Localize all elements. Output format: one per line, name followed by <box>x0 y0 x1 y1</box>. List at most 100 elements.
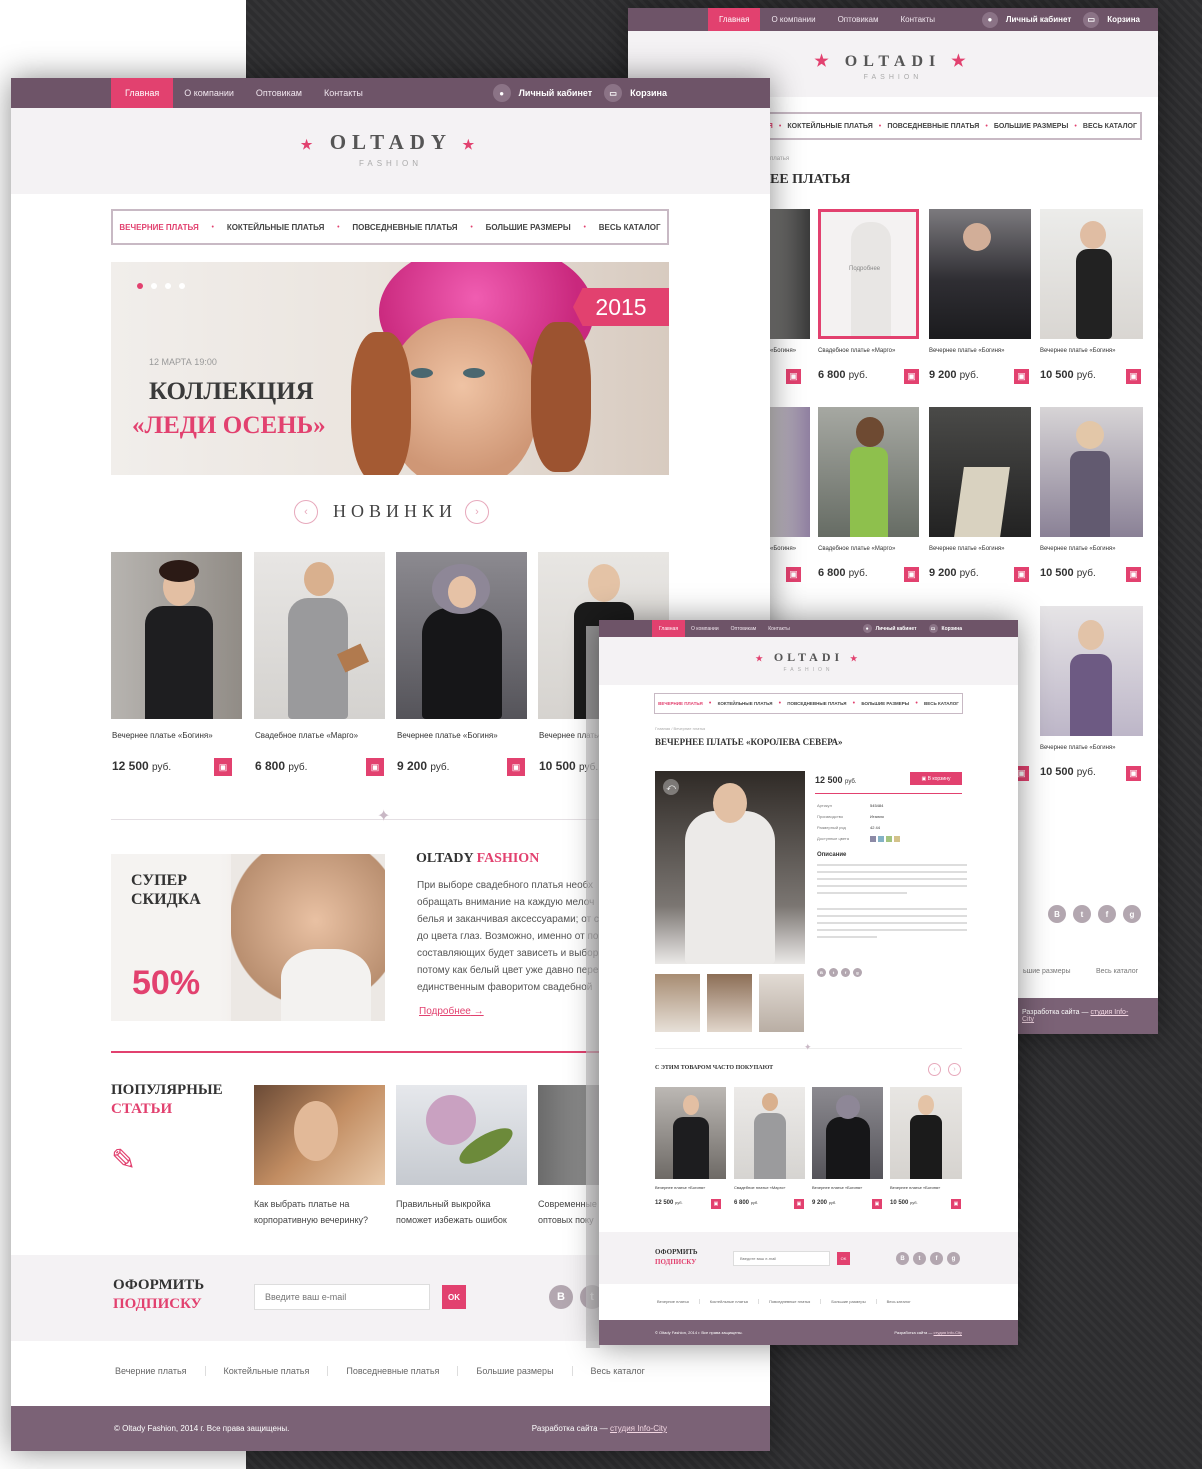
account-link[interactable]: ● Личный кабинет <box>492 84 592 102</box>
cat-evening[interactable]: ВЕЧЕРНИЕ ПЛАТЬЯ <box>119 223 198 232</box>
related-name[interactable]: Вечернее платье «Богиня» <box>890 1185 940 1190</box>
footer-link-casual[interactable]: Повседневные платья <box>328 1366 459 1376</box>
cat-casual[interactable]: ПОВСЕДНЕВНЫЕ ПЛАТЬЯ <box>352 223 457 232</box>
hero-banner[interactable]: 2015 12 МАРТА 19:00 КОЛЛЕКЦИЯ «ЛЕДИ ОСЕН… <box>111 262 669 475</box>
nav-contacts[interactable]: Контакты <box>762 620 796 637</box>
product-name[interactable]: «Богиня» <box>770 348 796 354</box>
prev-arrow-icon[interactable]: ‹ <box>294 500 318 524</box>
related-name[interactable]: Вечернее платье «Богиня» <box>812 1185 862 1190</box>
footer-link-plus[interactable]: Большие размеры <box>821 1298 877 1304</box>
product-photo[interactable] <box>818 407 919 537</box>
product-photo[interactable] <box>1040 407 1143 537</box>
account-link[interactable]: ● Личный кабинет <box>981 11 1071 28</box>
footer-link-cocktail[interactable]: Коктейльные платья <box>206 1366 329 1376</box>
cat-all[interactable]: ВЕСЬ КАТАЛОГ <box>1083 123 1137 130</box>
vk-icon[interactable]: В <box>1048 905 1066 923</box>
related-photo[interactable] <box>655 1087 726 1179</box>
sale-banner[interactable]: СУПЕР СКИДКА 50% <box>111 854 385 1021</box>
cat-cocktail[interactable]: КОКТЕЙЛЬНЫЕ ПЛАТЬЯ <box>787 123 872 130</box>
google-icon[interactable]: g <box>947 1252 960 1265</box>
product-name[interactable]: «Богиня» <box>770 546 796 552</box>
cat-plus[interactable]: БОЛЬШИЕ РАЗМЕРЫ <box>861 701 909 706</box>
dev-credit[interactable]: Разработка сайта — студия Info-City <box>532 1424 667 1433</box>
add-to-cart-button[interactable]: ▣ В корзину <box>910 772 962 785</box>
add-to-cart-button[interactable]: ▣ <box>1014 369 1029 384</box>
add-to-cart-button[interactable]: ▣ <box>366 758 384 776</box>
article-photo[interactable] <box>254 1085 385 1185</box>
nav-home[interactable]: Главная <box>652 620 686 637</box>
breadcrumb[interactable]: Главная / Вечерние платья <box>655 726 705 731</box>
subscribe-button[interactable]: OK <box>442 1285 466 1309</box>
add-to-cart-button[interactable]: ▣ <box>904 567 919 582</box>
product-name[interactable]: Свадебное платье «Марго» <box>255 731 358 740</box>
add-to-cart-button[interactable]: ▣ <box>1014 567 1029 582</box>
product-name[interactable]: Вечернее платье «Богиня» <box>1040 745 1115 751</box>
product-photo[interactable] <box>111 552 242 719</box>
footer-link-cocktail[interactable]: Коктейльные платья <box>700 1298 759 1304</box>
google-icon[interactable]: g <box>853 968 862 977</box>
prev-arrow-icon[interactable]: ‹ <box>928 1063 941 1076</box>
logo[interactable]: ★ OLTADY ★ <box>11 108 770 155</box>
cat-casual[interactable]: ПОВСЕДНЕВНЫЕ ПЛАТЬЯ <box>787 701 846 706</box>
breadcrumb[interactable]: платья <box>770 156 789 162</box>
cat-plus[interactable]: БОЛЬШИЕ РАЗМЕРЫ <box>994 123 1068 130</box>
add-to-cart-button[interactable]: ▣ <box>1126 766 1141 781</box>
add-to-cart-button[interactable]: ▣ <box>1126 567 1141 582</box>
add-to-cart-button[interactable]: ▣ <box>786 369 801 384</box>
related-name[interactable]: Свадебное платье «Марго» <box>734 1185 786 1190</box>
nav-home[interactable]: Главная <box>111 78 174 108</box>
facebook-icon[interactable]: f <box>1098 905 1116 923</box>
thumb-photo[interactable] <box>707 974 752 1032</box>
cat-all[interactable]: ВЕСЬ КАТАЛОГ <box>599 223 661 232</box>
add-to-cart-button[interactable]: ▣ <box>1126 369 1141 384</box>
product-photo-selected[interactable]: Подробнее <box>818 209 919 339</box>
footer-link-all[interactable]: Весь каталог <box>1096 968 1138 975</box>
product-name[interactable]: Вечернее платье «Богиня» <box>1040 348 1115 354</box>
nav-about[interactable]: О компании <box>760 8 826 31</box>
related-photo[interactable] <box>734 1087 805 1179</box>
logo[interactable]: ★ OLTADI ★ <box>628 31 1158 71</box>
footer-link-casual[interactable]: Повседневные платья <box>759 1298 822 1304</box>
nav-home[interactable]: Главная <box>708 8 761 31</box>
related-photo[interactable] <box>890 1087 962 1179</box>
cat-cocktail[interactable]: КОКТЕЙЛЬНЫЕ ПЛАТЬЯ <box>718 701 773 706</box>
add-to-cart-button[interactable]: ▣ <box>872 1199 882 1209</box>
next-arrow-icon[interactable]: › <box>948 1063 961 1076</box>
nav-wholesale[interactable]: Оптовикам <box>827 8 890 31</box>
cart-link[interactable]: ▭ Корзина <box>1083 11 1140 28</box>
product-photo[interactable] <box>396 552 527 719</box>
vk-icon[interactable]: В <box>817 968 826 977</box>
nav-wholesale[interactable]: Оптовикам <box>725 620 763 637</box>
dev-credit[interactable]: Разработка сайта — студия Info-City <box>894 1330 962 1335</box>
add-to-cart-button[interactable]: ▣ <box>214 758 232 776</box>
product-name[interactable]: Вечернее платье «Богиня» <box>397 731 498 740</box>
product-name[interactable]: Вечернее платье «Богиня» <box>929 546 1004 552</box>
product-photo[interactable] <box>254 552 385 719</box>
nav-about[interactable]: О компании <box>685 620 725 637</box>
thumb-photo[interactable] <box>759 974 804 1032</box>
product-photo[interactable] <box>1040 606 1143 736</box>
google-icon[interactable]: g <box>1123 905 1141 923</box>
facebook-icon[interactable]: f <box>841 968 850 977</box>
cat-all[interactable]: ВЕСЬ КАТАЛОГ <box>924 701 959 706</box>
email-input[interactable] <box>733 1251 830 1266</box>
nav-about[interactable]: О компании <box>173 78 245 108</box>
twitter-icon[interactable]: t <box>1073 905 1091 923</box>
nav-contacts[interactable]: Контакты <box>890 8 947 31</box>
footer-link-plus[interactable]: Большие размеры <box>458 1366 573 1376</box>
cat-casual[interactable]: ПОВСЕДНЕВНЫЕ ПЛАТЬЯ <box>887 123 979 130</box>
add-to-cart-button[interactable]: ▣ <box>794 1199 804 1209</box>
product-photo[interactable] <box>929 407 1031 537</box>
product-photo[interactable] <box>1040 209 1143 339</box>
twitter-icon[interactable]: t <box>913 1252 926 1265</box>
add-to-cart-button[interactable]: ▣ <box>904 369 919 384</box>
nav-contacts[interactable]: Контакты <box>313 78 374 108</box>
cart-link[interactable]: ▭ Корзина <box>604 84 667 102</box>
product-photo[interactable] <box>770 209 810 339</box>
product-name[interactable]: Вечернее платье «Богиня» <box>929 348 1004 354</box>
more-link[interactable]: Подробнее → <box>419 1006 484 1017</box>
thumb-photo[interactable] <box>655 974 700 1032</box>
twitter-icon[interactable]: t <box>829 968 838 977</box>
next-arrow-icon[interactable]: › <box>465 500 489 524</box>
add-to-cart-button[interactable]: ▣ <box>951 1199 961 1209</box>
